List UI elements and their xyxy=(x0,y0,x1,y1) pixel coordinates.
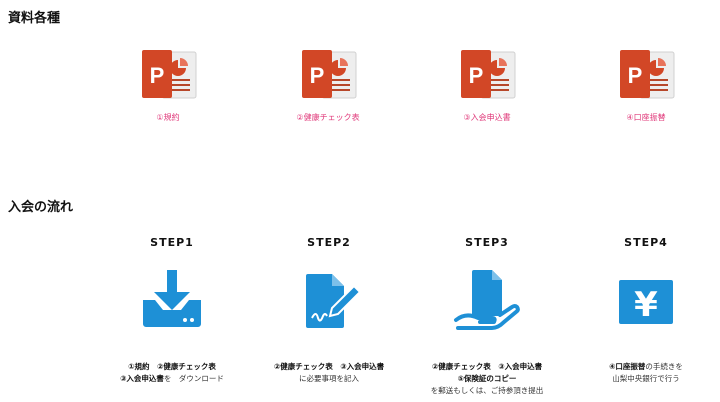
hand-document-icon xyxy=(454,270,520,330)
step-description: ①規約 ②健康チェック表 ③入会申込書を ダウンロード xyxy=(120,362,224,383)
step-title: STEP4 xyxy=(624,236,668,249)
step-title: STEP3 xyxy=(465,236,509,249)
step-description: ②健康チェック表 ③入会申込書 ⑤保険証のコピー を郵送もしくは、ご持参頂き提出 xyxy=(430,362,544,395)
material-link[interactable]: ③入会申込書 xyxy=(437,112,537,123)
materials-title: 資料各種 xyxy=(8,11,61,26)
flow-title: 入会の流れ xyxy=(8,200,74,215)
sign-document-icon xyxy=(306,274,362,328)
svg-text:P: P xyxy=(150,63,165,88)
step-description: ④口座振替の手続きを 山梨中央銀行で行う xyxy=(609,362,683,383)
material-item-health-check[interactable]: P ②健康チェック表 xyxy=(278,46,378,123)
step-description: ②健康チェック表 ③入会申込書 に必要事項を記入 xyxy=(273,362,385,383)
material-link[interactable]: ①規約 xyxy=(118,112,218,123)
powerpoint-file-icon[interactable]: P xyxy=(457,46,517,102)
material-link[interactable]: ②健康チェック表 xyxy=(278,112,378,123)
step-3: STEP3 ②健康チェック表 ③入会申込書 ⑤保険証のコピー を郵送もしくは、ご… xyxy=(402,236,572,397)
svg-text:P: P xyxy=(628,63,643,88)
step-title: STEP2 xyxy=(307,236,351,249)
yen-icon: ¥ xyxy=(619,280,673,325)
powerpoint-file-icon[interactable]: P xyxy=(138,46,198,102)
step-1: STEP1 ①規約 ②健康チェック表 ③入会申込書を ダウンロード xyxy=(87,236,257,385)
svg-text:P: P xyxy=(469,63,484,88)
material-item-rules[interactable]: P ①規約 xyxy=(118,46,218,123)
svg-text:P: P xyxy=(310,63,325,88)
powerpoint-file-icon[interactable]: P xyxy=(616,46,676,102)
step-2: STEP2 ②健康チェック表 ③入会申込書 に必要事項を記入 xyxy=(244,236,414,385)
step-title: STEP1 xyxy=(150,236,194,249)
powerpoint-file-icon[interactable]: P xyxy=(298,46,358,102)
material-item-application[interactable]: P ③入会申込書 xyxy=(437,46,537,123)
material-item-account-transfer[interactable]: P ④口座振替 xyxy=(596,46,696,123)
material-link[interactable]: ④口座振替 xyxy=(596,112,696,123)
step-4: STEP4 ¥ ④口座振替の手続きを 山梨中央銀行で行う xyxy=(561,236,720,385)
svg-text:¥: ¥ xyxy=(634,285,658,325)
download-icon xyxy=(143,270,201,327)
